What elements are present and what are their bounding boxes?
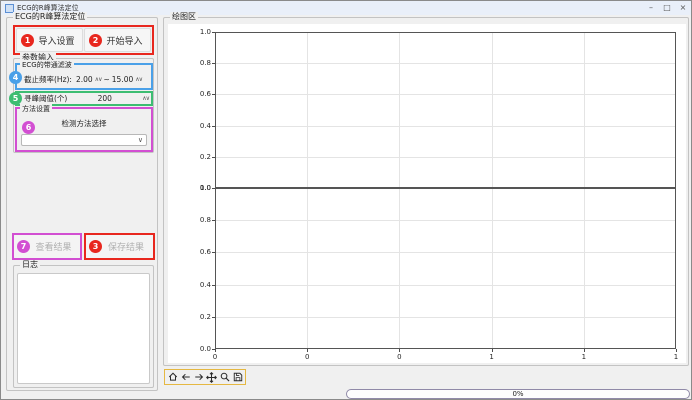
minimize-button[interactable]: – xyxy=(643,1,659,15)
maximize-button[interactable]: □ xyxy=(659,1,675,15)
step-badge-2: 2 xyxy=(89,34,102,47)
x-tick-label: 0 xyxy=(389,353,409,361)
x-tick-label: 1 xyxy=(666,353,686,361)
x-tick-label: 1 xyxy=(574,353,594,361)
import-annotation-box: 1 导入设置 2 开始导入 xyxy=(13,25,154,55)
y-tick-label: 0.6 xyxy=(182,248,211,256)
window-controls: – □ × xyxy=(643,1,691,15)
peak-threshold-spinner-icon[interactable]: ∧∨ xyxy=(142,95,149,102)
step-badge-3: 3 xyxy=(89,240,102,253)
x-tick-mark xyxy=(399,349,400,352)
bandpass-group-title: ECG的带通滤波 xyxy=(20,60,74,70)
bandpass-annotation-box: ECG的带通滤波 4 截止频率(Hz): 2.00 ∧∨ ~ 15.00 ∧∨ xyxy=(15,63,153,90)
peak-threshold-label: 寻峰阈值(个) xyxy=(24,93,67,104)
progress-value: 0% xyxy=(512,390,523,398)
method-annotation-box: 方法设置 6 检测方法选择 ∨ xyxy=(15,107,153,152)
save-results-label: 保存结果 xyxy=(108,240,144,253)
forward-button[interactable] xyxy=(193,371,204,383)
y-tick-label: 0.2 xyxy=(182,313,211,321)
start-import-button[interactable]: 2 开始导入 xyxy=(84,28,151,52)
x-tick-label: 0 xyxy=(297,353,317,361)
close-button[interactable]: × xyxy=(675,1,691,15)
plot-toolbar xyxy=(164,369,246,385)
pan-icon xyxy=(206,372,217,383)
range-separator: ~ xyxy=(103,75,109,84)
dropdown-chevron-icon: ∨ xyxy=(138,136,143,144)
threshold-row: 寻峰阈值(个) 200 ∧∨ xyxy=(24,93,149,104)
params-group: 参数输入 ECG的带通滤波 4 截止频率(Hz): 2.00 ∧∨ ~ 15.0… xyxy=(13,58,154,153)
subplot-border xyxy=(215,188,676,349)
x-tick-mark xyxy=(676,349,677,352)
x-tick-mark xyxy=(584,349,585,352)
progress-bar: 0% xyxy=(346,389,690,399)
save-results-annotation-box: 3 保存结果 xyxy=(84,233,155,260)
x-tick-mark xyxy=(492,349,493,352)
y-tick-mark xyxy=(212,349,215,350)
left-panel-group: ECG的R峰算法定位 1 导入设置 2 开始导入 参数输入 ECG的带通滤波 4… xyxy=(6,17,158,391)
plot-canvas[interactable]: 0001110.00.20.40.60.81.00.00.20.40.60.81… xyxy=(168,24,686,363)
plot-panel-group: 绘图区 0001110.00.20.40.60.81.00.00.20.40.6… xyxy=(163,17,689,366)
y-tick-label: 0.0 xyxy=(182,345,211,353)
step-badge-7: 7 xyxy=(17,240,30,253)
cutoff-high-field[interactable]: 15.00 xyxy=(112,75,133,84)
forward-icon xyxy=(194,372,204,382)
cutoff-low-spinner-icon[interactable]: ∧∨ xyxy=(95,76,102,83)
plot-panel-group-title: 绘图区 xyxy=(170,12,198,22)
step-badge-4: 4 xyxy=(9,71,22,84)
method-group-title: 方法设置 xyxy=(20,104,52,114)
app-window: ECG的R峰算法定位 – □ × ECG的R峰算法定位 1 导入设置 2 开始导… xyxy=(0,0,692,400)
x-tick-label: 1 xyxy=(482,353,502,361)
method-select-label: 检测方法选择 xyxy=(62,118,107,129)
y-tick-label: 0.4 xyxy=(182,281,211,289)
save-icon xyxy=(233,372,243,382)
y-tick-label: 1.0 xyxy=(182,28,211,36)
cutoff-frequency-label: 截止频率(Hz): xyxy=(24,74,72,85)
y-tick-label: 0.6 xyxy=(182,90,211,98)
method-label-row: 检测方法选择 xyxy=(17,118,151,128)
y-tick-label: 0.4 xyxy=(182,122,211,130)
method-combobox[interactable]: ∨ xyxy=(21,134,147,146)
x-tick-mark xyxy=(307,349,308,352)
pan-button[interactable] xyxy=(206,371,217,383)
y-tick-label: 0.8 xyxy=(182,216,211,224)
y-tick-label: 1.0 xyxy=(182,184,211,192)
back-icon xyxy=(181,372,191,382)
subplot-border xyxy=(215,32,676,188)
y-tick-label: 0.8 xyxy=(182,59,211,67)
view-results-button[interactable]: 7 查看结果 xyxy=(14,235,80,258)
step-badge-5: 5 xyxy=(9,92,22,105)
view-results-annotation-box: 7 查看结果 xyxy=(12,233,82,260)
log-textarea[interactable] xyxy=(17,273,150,384)
bandpass-row: 截止频率(Hz): 2.00 ∧∨ ~ 15.00 ∧∨ xyxy=(24,72,149,86)
view-results-label: 查看结果 xyxy=(35,240,71,253)
log-group: 日志 xyxy=(13,265,154,388)
cutoff-low-field[interactable]: 2.00 xyxy=(76,75,93,84)
cutoff-high-spinner-icon[interactable]: ∧∨ xyxy=(135,76,142,83)
peak-threshold-field[interactable]: 200 xyxy=(67,94,142,103)
import-settings-button[interactable]: 1 导入设置 xyxy=(16,28,83,52)
y-tick-label: 0.2 xyxy=(182,153,211,161)
save-results-button[interactable]: 3 保存结果 xyxy=(86,235,153,258)
zoom-button[interactable] xyxy=(219,371,230,383)
zoom-icon xyxy=(220,372,230,382)
home-icon xyxy=(168,372,178,382)
titlebar: ECG的R峰算法定位 – □ × xyxy=(1,1,691,15)
start-import-label: 开始导入 xyxy=(106,34,142,47)
step-badge-6: 6 xyxy=(22,121,35,134)
save-button[interactable] xyxy=(232,371,243,383)
x-tick-mark xyxy=(215,349,216,352)
log-group-title: 日志 xyxy=(20,260,40,270)
home-button[interactable] xyxy=(167,371,178,383)
import-settings-label: 导入设置 xyxy=(38,34,74,47)
back-button[interactable] xyxy=(180,371,191,383)
x-tick-label: 0 xyxy=(205,353,225,361)
left-panel-group-title: ECG的R峰算法定位 xyxy=(13,12,87,22)
step-badge-1: 1 xyxy=(21,34,34,47)
